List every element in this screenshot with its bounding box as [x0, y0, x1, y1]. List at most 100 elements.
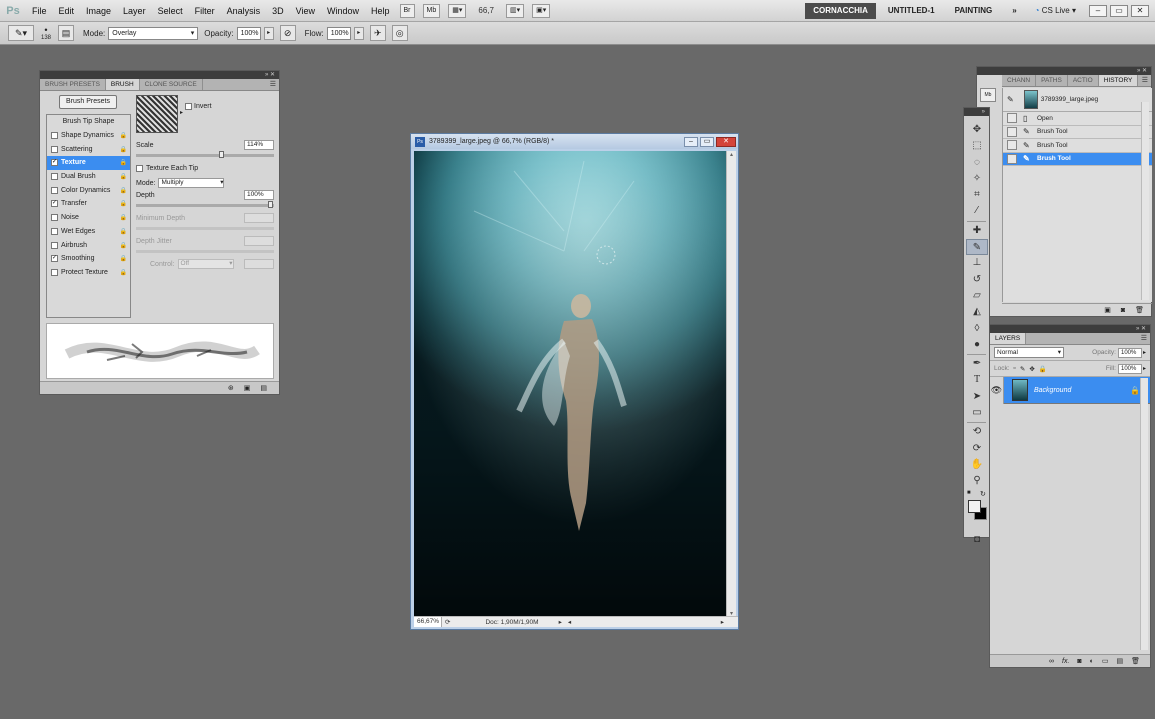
panel-collapse-strip[interactable]: » ✕ [990, 325, 1150, 333]
history-state-box[interactable] [1007, 126, 1017, 137]
history-state-box[interactable] [1007, 113, 1017, 124]
tab-brush[interactable]: BRUSH [105, 79, 140, 90]
document-close-button[interactable]: ✕ [716, 136, 736, 147]
new-group-icon[interactable]: ▭ [1102, 657, 1109, 665]
scale-slider[interactable] [136, 151, 274, 158]
lock-icon[interactable]: 🔒 [120, 242, 127, 249]
lock-icon[interactable]: 🔒 [120, 255, 127, 262]
menu-layer[interactable]: Layer [117, 0, 152, 22]
brush-tip-shape-item[interactable]: Brush Tip Shape [47, 115, 130, 129]
new-document-from-state-icon[interactable]: ▣ [1104, 306, 1111, 314]
lock-icon[interactable]: 🔒 [120, 132, 127, 139]
menu-analysis[interactable]: Analysis [221, 0, 267, 22]
history-scrollbar[interactable] [1141, 102, 1149, 300]
smoothing-item[interactable]: ✓ Smoothing 🔒 [47, 252, 130, 266]
workspace-painting[interactable]: PAINTING [947, 3, 1001, 19]
history-state-brush-2[interactable]: ✎ Brush Tool [1003, 139, 1152, 153]
blend-mode-select[interactable]: Normal ▾ [994, 347, 1064, 358]
foreground-color-swatch[interactable] [968, 499, 981, 513]
arrange-documents-icon[interactable]: ▥▾ [505, 3, 525, 18]
menu-select[interactable]: Select [152, 0, 189, 22]
scale-field[interactable]: 114% [244, 140, 274, 150]
lock-icon[interactable]: 🔒 [120, 146, 127, 153]
lock-icon[interactable]: 🔒 [120, 159, 127, 166]
tab-clone-source[interactable]: CLONE SOURCE [140, 79, 203, 90]
history-state-box[interactable] [1007, 140, 1017, 151]
mini-bridge-icon[interactable]: Mb [980, 88, 996, 102]
color-dynamics-checkbox[interactable] [51, 186, 58, 194]
mode-select[interactable]: Overlay ▾ [108, 26, 199, 40]
menu-edit[interactable]: Edit [53, 0, 81, 22]
protect-texture-item[interactable]: Protect Texture 🔒 [47, 266, 130, 280]
brush-tool-icon[interactable]: ✎ [966, 239, 988, 256]
layers-scrollbar[interactable] [1140, 378, 1148, 650]
airbrush-icon[interactable]: ✈ [369, 25, 386, 41]
layer-row-background[interactable]: 👁 Background 🔒 [990, 376, 1150, 404]
depth-field[interactable]: 100% [244, 190, 274, 200]
create-snapshot-icon[interactable]: ◙ [1121, 307, 1125, 314]
blur-tool-icon[interactable]: ◊ [966, 321, 988, 337]
document-title-bar[interactable]: Ps 3789399_large.jpeg @ 66,7% (RGB/8) * … [411, 134, 738, 149]
eyedropper-tool-icon[interactable]: ⁄ [966, 203, 988, 219]
marquee-tool-icon[interactable]: ⬚ [966, 138, 988, 154]
texture-item[interactable]: ✓ Texture 🔒 [47, 156, 130, 170]
paint-bucket-tool-icon[interactable]: ◭ [966, 304, 988, 320]
layer-style-icon[interactable]: fx. [1062, 658, 1069, 665]
history-brush-source-icon[interactable]: ✎ [1007, 95, 1014, 104]
pattern-picker-arrow-icon[interactable]: ▸ [180, 109, 183, 116]
extras-icon[interactable]: ▦▾ [448, 3, 467, 18]
texture-mode-select[interactable]: Multiply ▾ [158, 178, 225, 188]
tab-actions[interactable]: ACTIO [1068, 75, 1099, 86]
quick-selection-tool-icon[interactable]: ✧ [966, 171, 988, 187]
brush-presets-button[interactable]: Brush Presets [59, 95, 117, 109]
document-maximize-button[interactable]: ▭ [700, 136, 714, 147]
layer-opacity-field[interactable]: 100% [1117, 347, 1142, 358]
new-layer-icon[interactable]: ▤ [1116, 657, 1123, 665]
transfer-item[interactable]: ✓ Transfer 🔒 [47, 197, 130, 211]
flow-slider-icon[interactable]: ▸ [353, 26, 364, 40]
tools-collapse-strip[interactable]: » [964, 108, 989, 116]
layer-visibility-eye-icon[interactable]: 👁 [990, 376, 1004, 404]
dodge-tool-icon[interactable]: ● [966, 337, 988, 353]
opacity-field[interactable]: 100% [236, 26, 261, 40]
depth-slider[interactable] [136, 201, 274, 208]
mini-bridge-button[interactable]: Mb [422, 3, 441, 18]
wet-edges-checkbox[interactable] [51, 227, 58, 235]
menu-help[interactable]: Help [365, 0, 396, 22]
history-state-brush-3[interactable]: ✎ Brush Tool [1003, 152, 1152, 166]
lasso-tool-icon[interactable]: ◌ [966, 155, 988, 171]
tab-history[interactable]: HISTORY [1098, 75, 1139, 86]
panel-collapse-strip[interactable]: » ✕ [977, 67, 1151, 75]
menu-3d[interactable]: 3D [266, 0, 290, 22]
history-snapshot[interactable]: ✎ 3789399_large.jpeg [1003, 88, 1152, 112]
protect-texture-checkbox[interactable] [51, 268, 58, 276]
history-brush-tool-icon[interactable]: ↺ [966, 272, 988, 288]
horizontal-scroll-right-icon[interactable]: ▸ [721, 618, 724, 626]
pressure-size-icon[interactable]: ◎ [391, 25, 408, 41]
restore-app-button[interactable]: ▭ [1110, 4, 1128, 17]
scale-slider-knob[interactable] [218, 151, 224, 158]
brush-tool-preset-icon[interactable]: ✎▾ [8, 25, 34, 41]
lock-icon[interactable]: 🔒 [120, 228, 127, 235]
type-tool-icon[interactable]: T [966, 372, 988, 388]
wet-edges-item[interactable]: Wet Edges 🔒 [47, 225, 130, 239]
delete-layer-icon[interactable]: 🗑 [1131, 657, 1140, 665]
airbrush-checkbox[interactable] [51, 241, 58, 249]
depth-slider-knob[interactable] [268, 201, 274, 208]
transfer-checkbox[interactable]: ✓ [51, 200, 58, 208]
document-minimize-button[interactable]: – [684, 136, 698, 147]
quick-mask-icon[interactable]: ◘ [966, 532, 988, 548]
lock-icon[interactable]: 🔒 [120, 269, 127, 276]
workspace-cornacchia[interactable]: CORNACCHIA [805, 2, 876, 19]
crop-tool-icon[interactable]: ⌗ [966, 187, 988, 203]
menu-filter[interactable]: Filter [189, 0, 221, 22]
dual-brush-item[interactable]: Dual Brush 🔒 [47, 170, 130, 184]
create-new-brush-icon[interactable]: ▤ [260, 384, 267, 392]
texture-each-tip-checkbox[interactable] [136, 164, 143, 172]
horizontal-scroll-left-icon[interactable]: ◂ [568, 618, 571, 626]
pressure-opacity-icon[interactable]: ⊘ [279, 25, 296, 41]
3d-rotate-tool-icon[interactable]: ⟲ [966, 424, 988, 440]
lock-image-icon[interactable]: ✎ [1020, 365, 1025, 373]
pen-tool-icon[interactable]: ✒ [966, 356, 988, 372]
menu-image[interactable]: Image [80, 0, 117, 22]
